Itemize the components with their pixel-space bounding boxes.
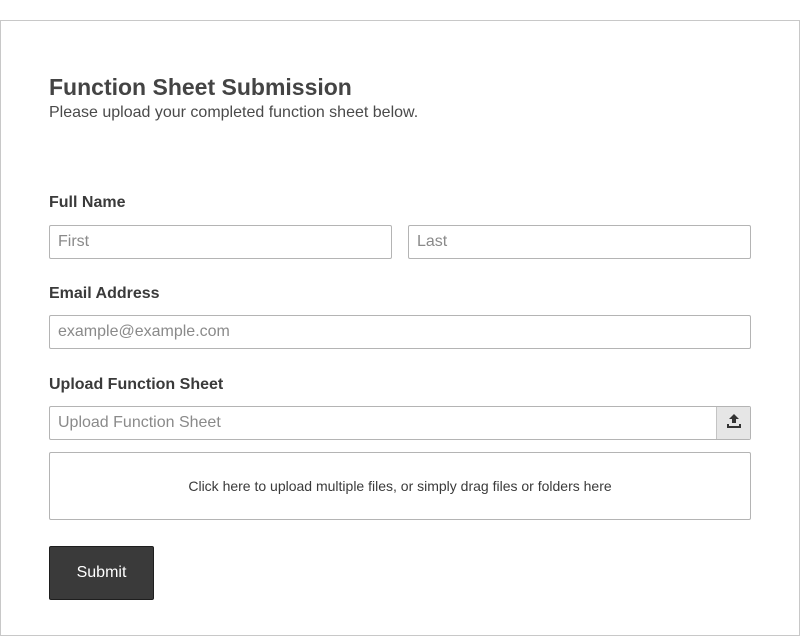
form-title: Function Sheet Submission xyxy=(49,74,352,100)
upload-icon xyxy=(726,413,742,434)
last-name-input[interactable] xyxy=(408,225,751,259)
function-sheet-form: Function Sheet Submission Please upload … xyxy=(49,73,751,600)
submit-button[interactable]: Submit xyxy=(49,546,154,600)
form-card: Function Sheet Submission Please upload … xyxy=(0,20,800,636)
file-dropzone[interactable]: Click here to upload multiple files, or … xyxy=(49,452,751,520)
upload-group: Upload Function Sheet Upload Function Sh… xyxy=(49,375,751,520)
full-name-group: Full Name xyxy=(49,193,751,259)
upload-placeholder: Upload Function Sheet xyxy=(58,414,221,431)
first-name-input[interactable] xyxy=(49,225,392,259)
email-input[interactable] xyxy=(49,315,751,349)
form-subtitle: Please upload your completed function sh… xyxy=(49,104,419,121)
upload-field[interactable]: Upload Function Sheet xyxy=(49,406,751,440)
upload-label: Upload Function Sheet xyxy=(49,376,224,393)
email-group: Email Address xyxy=(49,284,751,349)
name-inputs xyxy=(49,225,751,259)
full-name-label: Full Name xyxy=(49,194,126,211)
dropzone-text: Click here to upload multiple files, or … xyxy=(188,478,612,494)
upload-button[interactable] xyxy=(716,407,750,439)
email-label: Email Address xyxy=(49,285,160,302)
